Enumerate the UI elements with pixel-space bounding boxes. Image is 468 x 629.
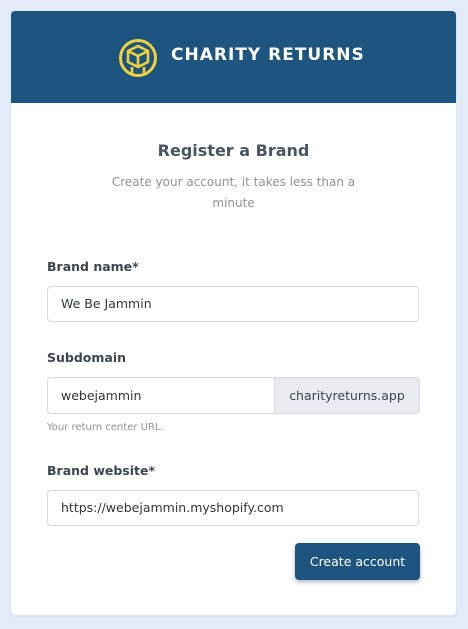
subdomain-suffix: charityreturns.app xyxy=(274,378,419,413)
brand-website-label: Brand website* xyxy=(47,463,156,478)
page-subtitle: Create your account, it takes less than … xyxy=(111,175,356,210)
brand-name-input[interactable]: We Be Jammin xyxy=(47,286,419,322)
subdomain-input[interactable]: webejammin xyxy=(48,378,274,413)
subdomain-label: Subdomain xyxy=(47,350,127,365)
subdomain-help-text: Your return center URL. xyxy=(47,422,164,433)
subdomain-field-group: webejammin charityreturns.app xyxy=(47,377,420,414)
card-header: CHARITY RETURNS xyxy=(11,11,456,103)
page-title: Register a Brand xyxy=(157,141,310,160)
brand-wordmark: CHARITY RETURNS xyxy=(171,45,365,65)
register-card: CHARITY RETURNS Register a Brand Create … xyxy=(11,11,456,615)
charity-returns-logo-icon xyxy=(119,39,157,77)
brand-name-label: Brand name* xyxy=(47,259,139,274)
create-account-button[interactable]: Create account xyxy=(295,543,420,580)
brand-website-input[interactable]: https://webejammin.myshopify.com xyxy=(47,490,419,526)
